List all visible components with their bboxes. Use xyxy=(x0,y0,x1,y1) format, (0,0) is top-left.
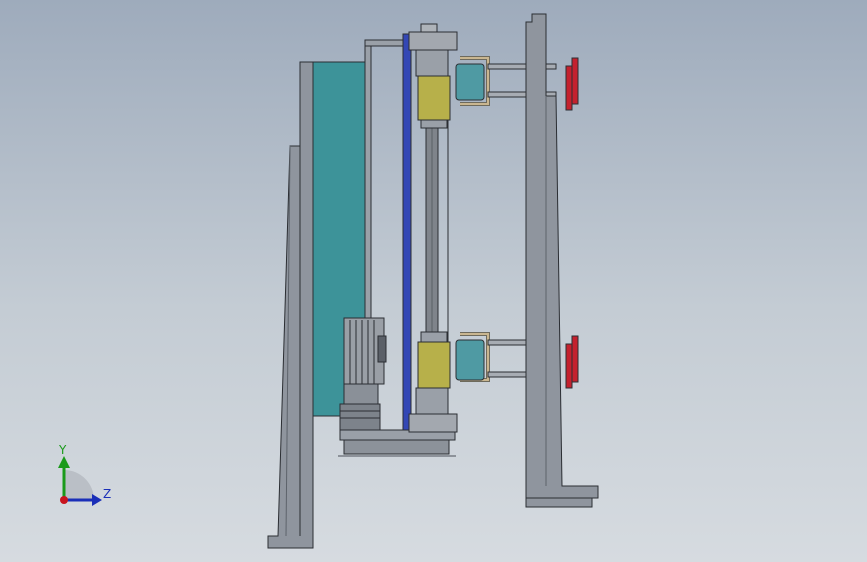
cad-viewport[interactable]: Y Z xyxy=(0,0,867,562)
lower-bearing[interactable] xyxy=(417,331,451,389)
model-canvas[interactable]: Y Z xyxy=(0,0,867,562)
base-plate[interactable] xyxy=(338,429,456,457)
bottom-end-cap[interactable] xyxy=(408,387,458,433)
x-axis-dot xyxy=(60,496,68,504)
left-frame[interactable] xyxy=(267,61,314,549)
orientation-triad: Y Z xyxy=(58,443,111,506)
right-frame[interactable] xyxy=(525,13,599,508)
lower-red-stop[interactable] xyxy=(565,335,579,389)
y-axis-label: Y xyxy=(58,443,67,457)
motor[interactable] xyxy=(339,317,387,431)
top-end-cap[interactable] xyxy=(408,23,458,77)
upper-red-stop[interactable] xyxy=(565,57,579,111)
z-axis-label: Z xyxy=(103,487,111,501)
blue-strip[interactable] xyxy=(402,33,412,435)
upper-bearing[interactable] xyxy=(417,75,451,129)
